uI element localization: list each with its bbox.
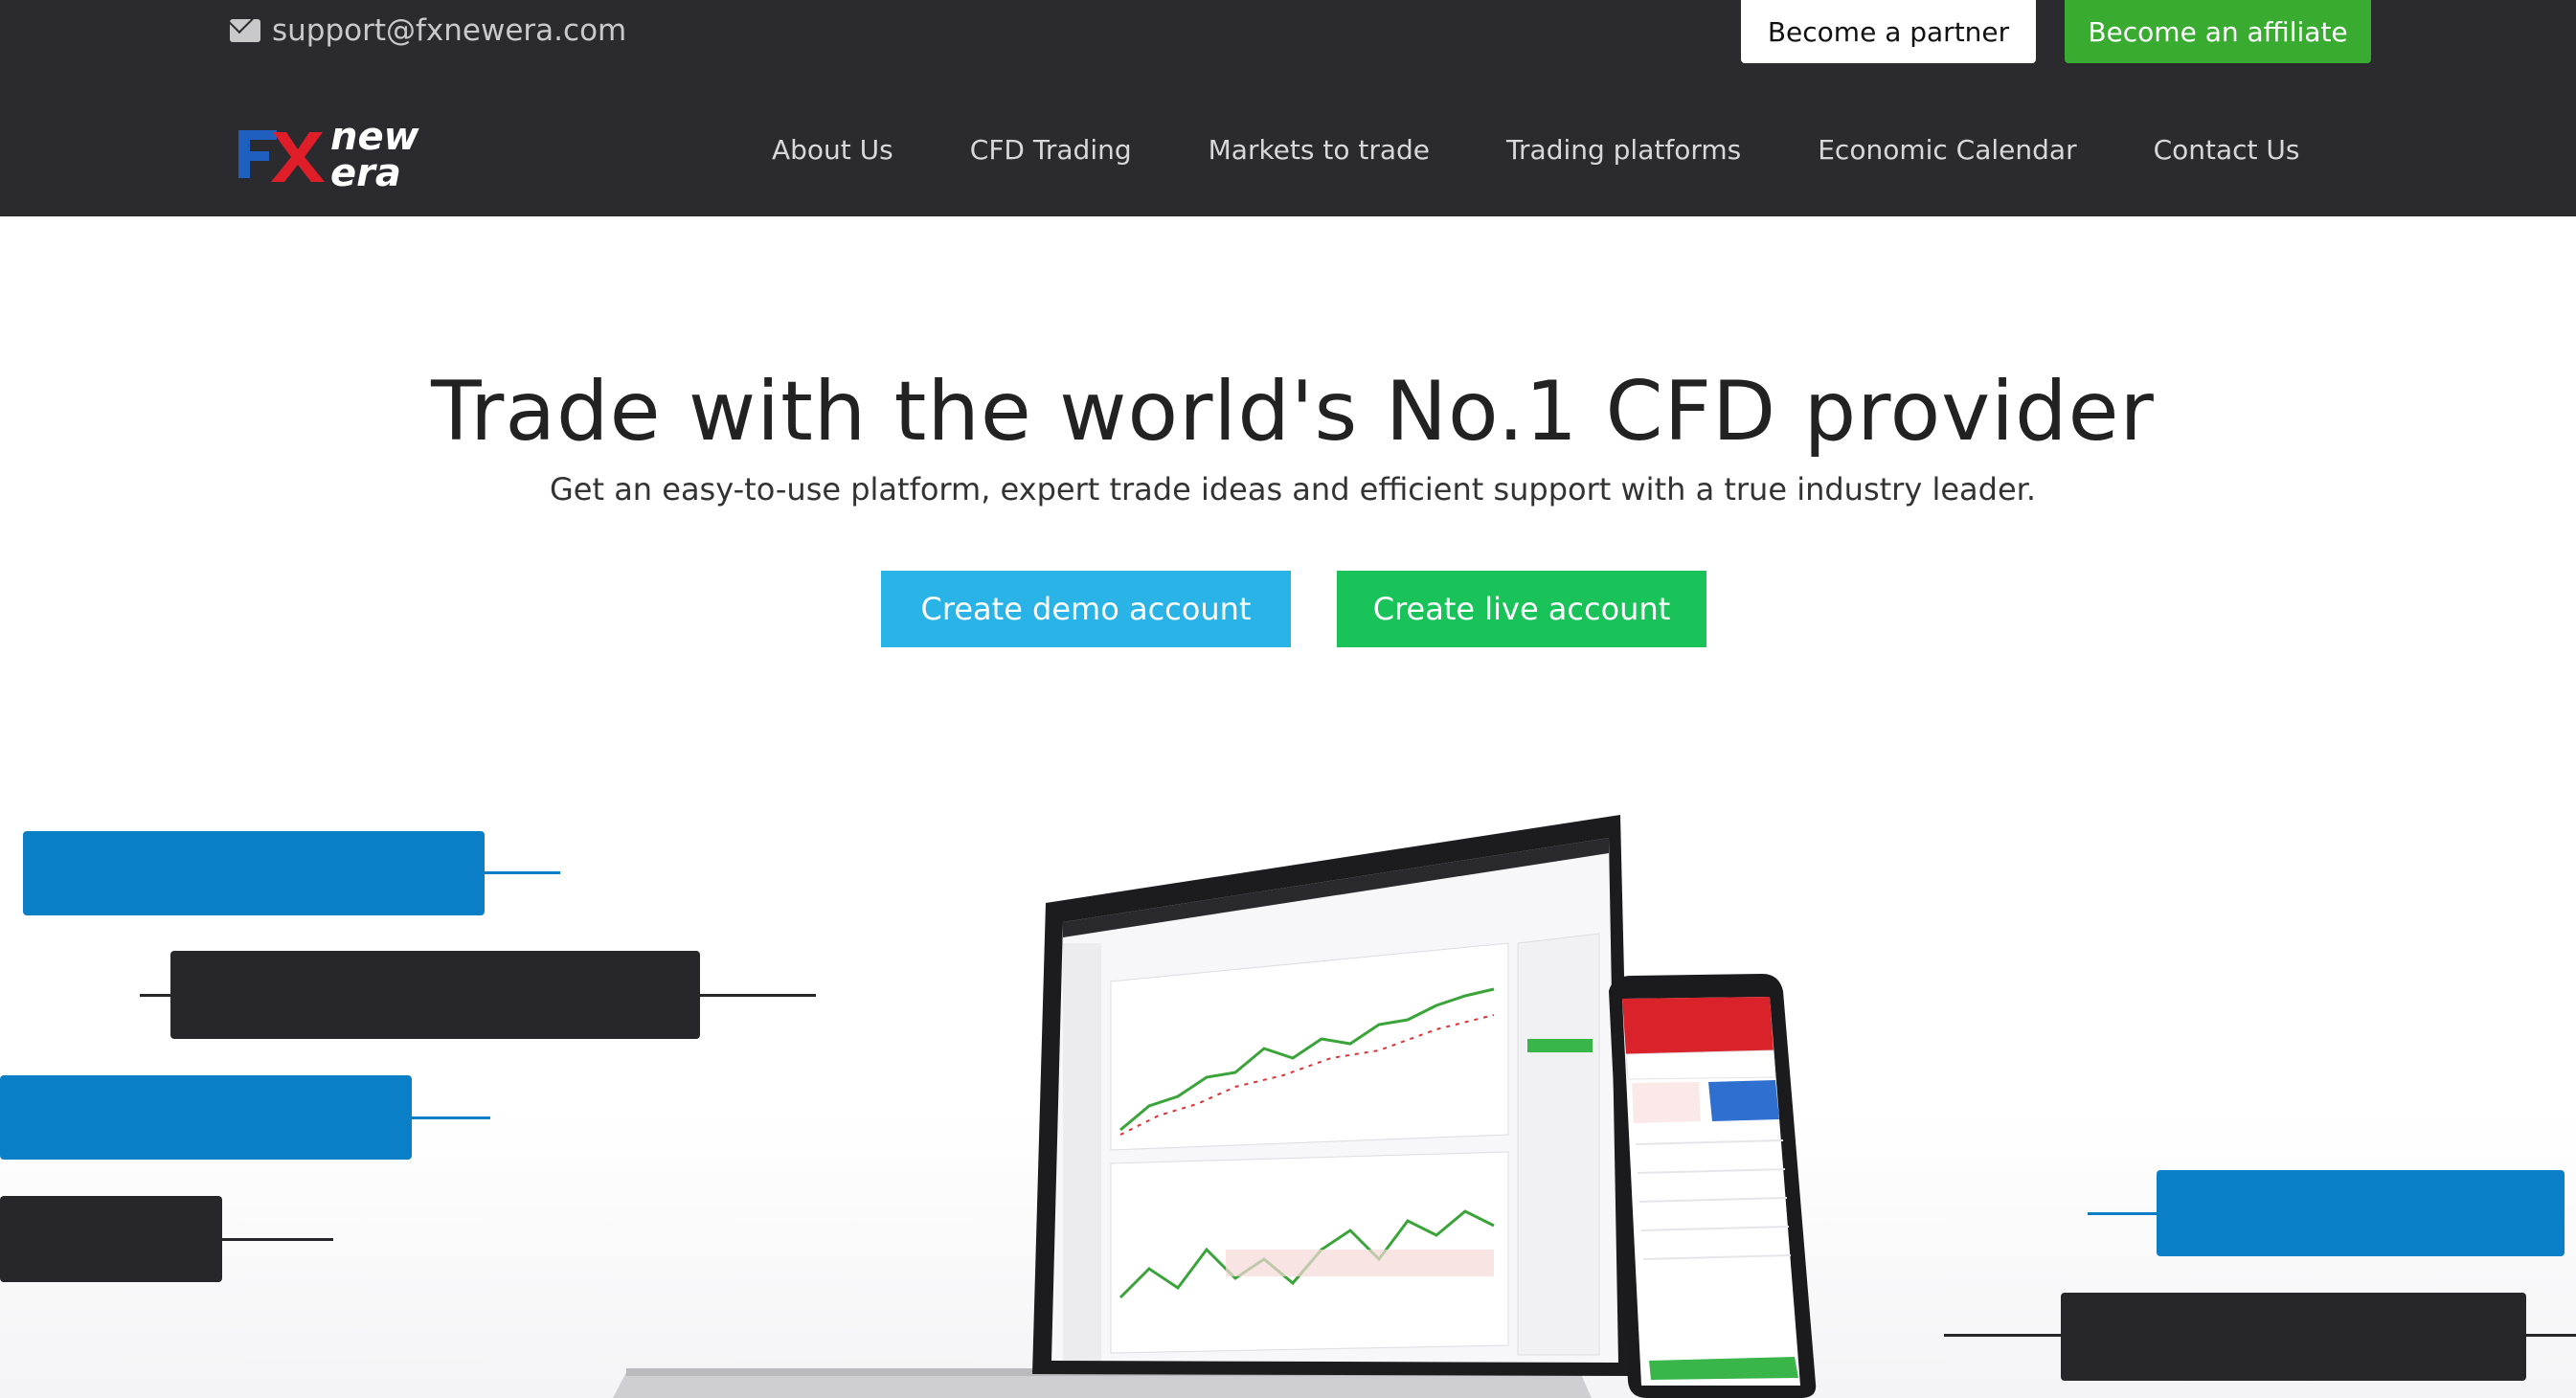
decorative-candle-dark <box>0 1196 222 1282</box>
decorative-candle-blue <box>0 1075 412 1160</box>
nav-item-economic-calendar[interactable]: Economic Calendar <box>1818 134 2076 166</box>
become-affiliate-button[interactable]: Become an affiliate <box>2065 0 2371 63</box>
candle-wick <box>2524 1334 2576 1337</box>
nav-item-cfd-trading[interactable]: CFD Trading <box>970 134 1132 166</box>
create-demo-account-button[interactable]: Create demo account <box>881 571 1291 647</box>
fx-newera-logo[interactable]: new era <box>235 109 436 195</box>
platform-device-mockup <box>613 800 1839 1398</box>
nav-item-trading-platforms[interactable]: Trading platforms <box>1506 134 1741 166</box>
become-partner-button[interactable]: Become a partner <box>1741 0 2036 63</box>
candle-wick <box>1944 1334 2063 1337</box>
hero-title: Trade with the world's No.1 CFD provider <box>431 364 2155 460</box>
main-navbar: new era About Us CFD Trading Markets to … <box>0 82 2576 216</box>
hero-subtitle: Get an easy-to-use platform, expert trad… <box>549 471 2037 507</box>
create-live-account-button[interactable]: Create live account <box>1337 571 1706 647</box>
support-email-text[interactable]: support@fxnewera.com <box>272 13 626 48</box>
candle-wick <box>220 1238 333 1241</box>
nav-item-contact-us[interactable]: Contact Us <box>2154 134 2300 166</box>
candle-wick <box>410 1116 490 1119</box>
decorative-candle-blue <box>2157 1170 2565 1256</box>
nav-item-markets-to-trade[interactable]: Markets to trade <box>1209 134 1430 166</box>
svg-text:era: era <box>330 151 401 192</box>
support-email[interactable]: support@fxnewera.com <box>230 11 626 50</box>
primary-nav: About Us CFD Trading Markets to trade Tr… <box>772 82 2300 216</box>
top-bar: support@fxnewera.com Become a partner Be… <box>0 0 2576 82</box>
nav-item-about-us[interactable]: About Us <box>772 134 893 166</box>
candle-wick <box>2088 1212 2158 1215</box>
decorative-candle-blue <box>23 831 485 915</box>
candle-wick <box>140 994 172 997</box>
decorative-candle-dark <box>2061 1293 2526 1381</box>
envelope-icon <box>230 19 260 42</box>
candle-wick <box>484 871 560 874</box>
